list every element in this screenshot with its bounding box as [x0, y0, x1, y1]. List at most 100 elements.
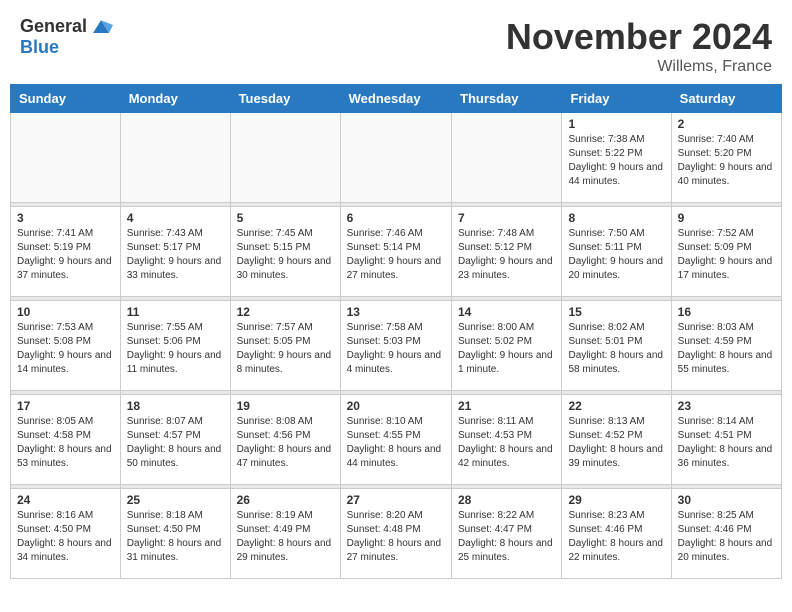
- day-number: 14: [458, 305, 555, 319]
- day-number: 13: [347, 305, 445, 319]
- calendar-week-row: 1 Sunrise: 7:38 AM Sunset: 5:22 PM Daylig…: [11, 113, 782, 203]
- day-number: 16: [678, 305, 775, 319]
- day-info: Sunrise: 8:25 AM Sunset: 4:46 PM Dayligh…: [678, 509, 775, 565]
- calendar-cell: 13 Sunrise: 7:58 AM Sunset: 5:03 PM Dayli…: [340, 301, 451, 391]
- day-info: Sunrise: 8:19 AM Sunset: 4:49 PM Dayligh…: [237, 509, 334, 565]
- day-number: 19: [237, 399, 334, 413]
- day-info: Sunrise: 7:45 AM Sunset: 5:15 PM Dayligh…: [237, 227, 334, 283]
- calendar-cell: 29 Sunrise: 8:23 AM Sunset: 4:46 PM Dayli…: [562, 489, 671, 579]
- day-info: Sunrise: 8:13 AM Sunset: 4:52 PM Dayligh…: [568, 415, 664, 471]
- calendar-cell: 9Sunrise: 7:52 AM Sunset: 5:09 PM Daylig…: [671, 207, 781, 297]
- calendar-cell: 27 Sunrise: 8:20 AM Sunset: 4:48 PM Dayli…: [340, 489, 451, 579]
- day-info: Sunrise: 8:07 AM Sunset: 4:57 PM Dayligh…: [127, 415, 224, 471]
- calendar-header-wednesday: Wednesday: [340, 85, 451, 113]
- calendar-week-row: 17 Sunrise: 8:05 AM Sunset: 4:58 PM Dayli…: [11, 395, 782, 485]
- calendar-header-row: SundayMondayTuesdayWednesdayThursdayFrid…: [11, 85, 782, 113]
- logo-icon: [89, 17, 113, 37]
- day-number: 1: [568, 117, 664, 131]
- day-info: Sunrise: 7:52 AM Sunset: 5:09 PM Dayligh…: [678, 227, 775, 283]
- day-number: 23: [678, 399, 775, 413]
- day-number: 15: [568, 305, 664, 319]
- calendar-cell: 21Sunrise: 8:11 AM Sunset: 4:53 PM Dayli…: [452, 395, 562, 485]
- day-info: Sunrise: 8:16 AM Sunset: 4:50 PM Dayligh…: [17, 509, 114, 565]
- day-info: Sunrise: 7:46 AM Sunset: 5:14 PM Dayligh…: [347, 227, 445, 283]
- day-number: 20: [347, 399, 445, 413]
- calendar-cell: 4 Sunrise: 7:43 AM Sunset: 5:17 PM Daylig…: [120, 207, 230, 297]
- day-info: Sunrise: 8:20 AM Sunset: 4:48 PM Dayligh…: [347, 509, 445, 565]
- calendar-cell: 5 Sunrise: 7:45 AM Sunset: 5:15 PM Daylig…: [230, 207, 340, 297]
- day-number: 25: [127, 493, 224, 507]
- day-info: Sunrise: 8:08 AM Sunset: 4:56 PM Dayligh…: [237, 415, 334, 471]
- day-number: 7: [458, 211, 555, 225]
- calendar-cell: 26Sunrise: 8:19 AM Sunset: 4:49 PM Dayli…: [230, 489, 340, 579]
- calendar-header-friday: Friday: [562, 85, 671, 113]
- day-number: 30: [678, 493, 775, 507]
- logo-general-text: General: [20, 16, 87, 37]
- day-number: 18: [127, 399, 224, 413]
- logo: General Blue: [20, 16, 113, 58]
- calendar-cell: 23Sunrise: 8:14 AM Sunset: 4:51 PM Dayli…: [671, 395, 781, 485]
- day-number: 5: [237, 211, 334, 225]
- day-number: 17: [17, 399, 114, 413]
- day-info: Sunrise: 8:18 AM Sunset: 4:50 PM Dayligh…: [127, 509, 224, 565]
- day-number: 4: [127, 211, 224, 225]
- day-number: 22: [568, 399, 664, 413]
- day-info: Sunrise: 7:38 AM Sunset: 5:22 PM Dayligh…: [568, 133, 664, 189]
- calendar-week-row: 3Sunrise: 7:41 AM Sunset: 5:19 PM Daylig…: [11, 207, 782, 297]
- calendar-cell: [230, 113, 340, 203]
- calendar-cell: 24Sunrise: 8:16 AM Sunset: 4:50 PM Dayli…: [11, 489, 121, 579]
- day-number: 10: [17, 305, 114, 319]
- calendar-header-monday: Monday: [120, 85, 230, 113]
- calendar-header-sunday: Sunday: [11, 85, 121, 113]
- day-number: 21: [458, 399, 555, 413]
- day-info: Sunrise: 7:57 AM Sunset: 5:05 PM Dayligh…: [237, 321, 334, 377]
- day-info: Sunrise: 8:10 AM Sunset: 4:55 PM Dayligh…: [347, 415, 445, 471]
- day-info: Sunrise: 7:53 AM Sunset: 5:08 PM Dayligh…: [17, 321, 114, 377]
- day-info: Sunrise: 7:48 AM Sunset: 5:12 PM Dayligh…: [458, 227, 555, 283]
- calendar-week-row: 24Sunrise: 8:16 AM Sunset: 4:50 PM Dayli…: [11, 489, 782, 579]
- calendar-cell: 3Sunrise: 7:41 AM Sunset: 5:19 PM Daylig…: [11, 207, 121, 297]
- calendar-cell: 1 Sunrise: 7:38 AM Sunset: 5:22 PM Daylig…: [562, 113, 671, 203]
- calendar-header-thursday: Thursday: [452, 85, 562, 113]
- calendar-cell: 15 Sunrise: 8:02 AM Sunset: 5:01 PM Dayli…: [562, 301, 671, 391]
- day-info: Sunrise: 8:02 AM Sunset: 5:01 PM Dayligh…: [568, 321, 664, 377]
- day-info: Sunrise: 8:05 AM Sunset: 4:58 PM Dayligh…: [17, 415, 114, 471]
- calendar-cell: 18 Sunrise: 8:07 AM Sunset: 4:57 PM Dayli…: [120, 395, 230, 485]
- calendar-cell: 16 Sunrise: 8:03 AM Sunset: 4:59 PM Dayli…: [671, 301, 781, 391]
- day-info: Sunrise: 8:03 AM Sunset: 4:59 PM Dayligh…: [678, 321, 775, 377]
- title-area: November 2024 Willems, France: [506, 16, 772, 76]
- calendar-cell: 8 Sunrise: 7:50 AM Sunset: 5:11 PM Daylig…: [562, 207, 671, 297]
- day-number: 8: [568, 211, 664, 225]
- logo-blue-text: Blue: [20, 37, 59, 57]
- day-number: 11: [127, 305, 224, 319]
- calendar-header-tuesday: Tuesday: [230, 85, 340, 113]
- calendar-cell: [340, 113, 451, 203]
- location: Willems, France: [506, 58, 772, 76]
- calendar-cell: 25 Sunrise: 8:18 AM Sunset: 4:50 PM Dayli…: [120, 489, 230, 579]
- day-info: Sunrise: 7:50 AM Sunset: 5:11 PM Dayligh…: [568, 227, 664, 283]
- day-number: 2: [678, 117, 775, 131]
- day-number: 29: [568, 493, 664, 507]
- day-info: Sunrise: 7:43 AM Sunset: 5:17 PM Dayligh…: [127, 227, 224, 283]
- day-number: 12: [237, 305, 334, 319]
- calendar-cell: 28 Sunrise: 8:22 AM Sunset: 4:47 PM Dayli…: [452, 489, 562, 579]
- day-info: Sunrise: 8:23 AM Sunset: 4:46 PM Dayligh…: [568, 509, 664, 565]
- calendar-cell: 20 Sunrise: 8:10 AM Sunset: 4:55 PM Dayli…: [340, 395, 451, 485]
- calendar-cell: 10 Sunrise: 7:53 AM Sunset: 5:08 PM Dayli…: [11, 301, 121, 391]
- calendar-cell: 12 Sunrise: 7:57 AM Sunset: 5:05 PM Dayli…: [230, 301, 340, 391]
- calendar-cell: [452, 113, 562, 203]
- day-info: Sunrise: 8:22 AM Sunset: 4:47 PM Dayligh…: [458, 509, 555, 565]
- day-info: Sunrise: 8:00 AM Sunset: 5:02 PM Dayligh…: [458, 321, 555, 377]
- month-title: November 2024: [506, 16, 772, 58]
- calendar-cell: 11Sunrise: 7:55 AM Sunset: 5:06 PM Dayli…: [120, 301, 230, 391]
- calendar-cell: 6Sunrise: 7:46 AM Sunset: 5:14 PM Daylig…: [340, 207, 451, 297]
- day-number: 28: [458, 493, 555, 507]
- day-info: Sunrise: 7:58 AM Sunset: 5:03 PM Dayligh…: [347, 321, 445, 377]
- calendar-cell: 7 Sunrise: 7:48 AM Sunset: 5:12 PM Daylig…: [452, 207, 562, 297]
- calendar-cell: 14 Sunrise: 8:00 AM Sunset: 5:02 PM Dayli…: [452, 301, 562, 391]
- calendar-cell: 17 Sunrise: 8:05 AM Sunset: 4:58 PM Dayli…: [11, 395, 121, 485]
- day-info: Sunrise: 7:40 AM Sunset: 5:20 PM Dayligh…: [678, 133, 775, 189]
- day-number: 27: [347, 493, 445, 507]
- day-number: 3: [17, 211, 114, 225]
- calendar-cell: [120, 113, 230, 203]
